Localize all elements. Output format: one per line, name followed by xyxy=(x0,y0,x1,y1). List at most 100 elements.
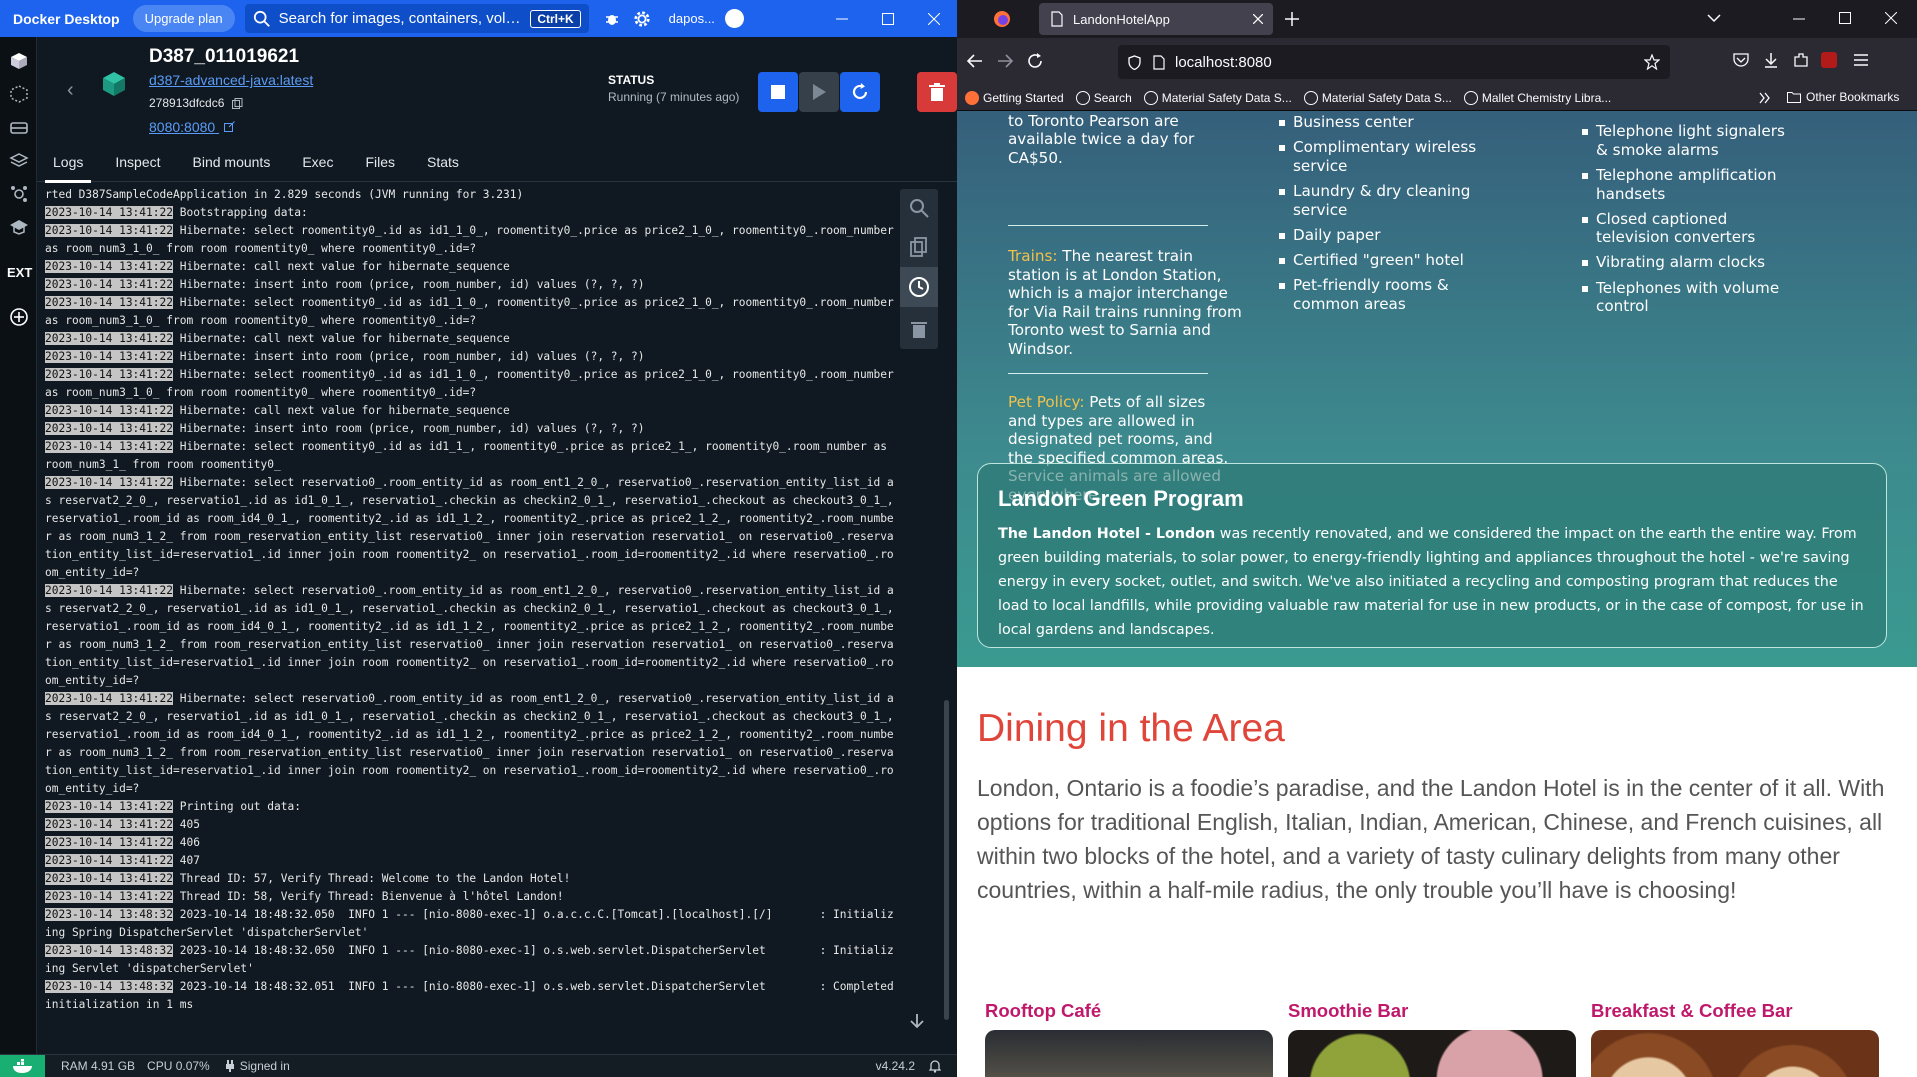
bookmark-list: Getting Started Search Material Safety Dat… xyxy=(965,90,1623,105)
delete-button[interactable] xyxy=(917,72,957,112)
forward-icon[interactable] xyxy=(997,54,1013,68)
new-tab-icon[interactable] xyxy=(1285,12,1299,26)
notifications-bell-icon[interactable] xyxy=(929,1059,941,1073)
tab-landonhotelapp[interactable]: LandonHotelApp xyxy=(1039,3,1273,35)
cpu-usage: CPU 0.07% xyxy=(147,1059,210,1073)
bug-icon[interactable] xyxy=(597,4,627,34)
learning-center-icon[interactable] xyxy=(9,217,29,237)
coffee-bar-image xyxy=(1591,1030,1879,1077)
restaurant-card-smoothie[interactable]: Smoothie Bar xyxy=(1288,1000,1576,1077)
maximize-icon[interactable] xyxy=(1839,12,1851,24)
url-bar[interactable]: localhost:8080 xyxy=(1118,45,1670,79)
upgrade-plan-button[interactable]: Upgrade plan xyxy=(132,5,235,32)
firefox-logo-icon xyxy=(965,90,979,105)
close-tab-icon[interactable] xyxy=(1253,14,1263,24)
containers-icon[interactable] xyxy=(9,51,29,71)
dining-paragraph: London, Ontario is a foodie’s paradise, … xyxy=(977,775,1885,903)
minimize-icon[interactable] xyxy=(1793,18,1805,20)
restart-button[interactable] xyxy=(840,72,880,112)
bookmark-item[interactable]: Search xyxy=(1075,90,1132,105)
log-timestamp: 2023-10-14 13:48:32 xyxy=(45,908,173,921)
container-port-link[interactable]: 8080:8080 xyxy=(149,119,235,135)
ublock-icon[interactable] xyxy=(1821,52,1837,68)
user-account-button[interactable]: dapos... xyxy=(669,4,744,33)
restart-icon xyxy=(852,83,868,100)
restaurant-card-rooftop[interactable]: Rooftop Café xyxy=(985,1000,1273,1077)
stop-icon xyxy=(771,85,785,99)
shield-icon[interactable] xyxy=(1128,54,1141,70)
log-scrollbar[interactable] xyxy=(944,700,949,1020)
builds-icon[interactable] xyxy=(9,151,29,171)
maximize-icon[interactable] xyxy=(865,0,911,37)
bookmark-star-icon[interactable] xyxy=(1644,54,1660,70)
log-timestamp: 2023-10-14 13:41:22 xyxy=(45,836,173,849)
volumes-icon[interactable] xyxy=(9,118,29,138)
settings-gear-icon[interactable] xyxy=(627,4,657,34)
pocket-icon[interactable] xyxy=(1733,53,1749,67)
minimize-icon[interactable] xyxy=(819,0,865,37)
extensions-icon[interactable] xyxy=(1793,52,1809,68)
services-column: 24-hour concierge serviceBusiness center… xyxy=(1279,111,1519,320)
green-program-bold: The Landon Hotel - London xyxy=(998,526,1216,542)
log-output[interactable]: rted D387SampleCodeApplication in 2.829 … xyxy=(45,186,900,1026)
search-logs-icon[interactable] xyxy=(908,197,930,219)
search-placeholder: Search for images, containers, volumes, … xyxy=(278,10,523,27)
tab-inspect[interactable]: Inspect xyxy=(99,142,176,182)
back-chevron-icon[interactable]: ‹ xyxy=(67,79,74,102)
timestamps-toggle[interactable] xyxy=(900,267,938,307)
log-line: 2023-10-14 13:41:22 406 xyxy=(45,834,900,852)
tab-bind-mounts[interactable]: Bind mounts xyxy=(177,142,287,182)
restaurant-card-breakfast[interactable]: Breakfast & Coffee Bar xyxy=(1591,1000,1879,1077)
page-info-icon[interactable] xyxy=(1153,54,1165,70)
bookmark-item[interactable]: Mallet Chemistry Libra... xyxy=(1463,90,1611,105)
close-window-icon[interactable] xyxy=(1885,12,1897,24)
bookmark-item[interactable]: Material Safety Data S... xyxy=(1143,90,1292,105)
restaurant-name[interactable]: Breakfast & Coffee Bar xyxy=(1591,1000,1879,1022)
bookmark-item[interactable]: Material Safety Data S... xyxy=(1303,90,1452,105)
log-message: rted D387SampleCodeApplication in 2.829 … xyxy=(45,188,524,201)
clear-logs-icon[interactable] xyxy=(908,318,930,340)
close-icon[interactable] xyxy=(911,0,957,37)
tab-logs[interactable]: Logs xyxy=(37,142,99,183)
log-timestamp: 2023-10-14 13:48:32 xyxy=(45,944,173,957)
divider xyxy=(1008,373,1208,374)
bookmarks-toolbar: Getting Started Search Material Safety Dat… xyxy=(957,85,1917,111)
downloads-icon[interactable] xyxy=(1763,52,1779,68)
status-value: Running (7 minutes ago) xyxy=(608,90,740,104)
menu-hamburger-icon[interactable] xyxy=(1854,54,1868,66)
whale-status-icon[interactable] xyxy=(0,1054,45,1077)
tab-stats[interactable]: Stats xyxy=(411,142,475,182)
tab-exec[interactable]: Exec xyxy=(286,142,349,182)
log-line: 2023-10-14 13:41:22 Hibernate: call next… xyxy=(45,402,900,420)
stop-button[interactable] xyxy=(758,72,798,112)
copy-logs-icon[interactable] xyxy=(908,236,930,258)
copy-icon[interactable] xyxy=(232,97,243,109)
extensions-label[interactable]: EXT xyxy=(7,265,32,280)
start-button[interactable] xyxy=(799,72,839,112)
add-extension-icon[interactable] xyxy=(9,307,29,327)
search-shortcut: Ctrl+K xyxy=(530,9,581,28)
log-line: 2023-10-14 13:41:22 Printing out data: xyxy=(45,798,900,816)
restaurant-name[interactable]: Rooftop Café xyxy=(985,1000,1273,1022)
url-text: localhost:8080 xyxy=(1175,53,1272,71)
accessibility-item: TDD machines xyxy=(1582,111,1797,116)
firefox-view-icon[interactable] xyxy=(993,10,1011,28)
bookmark-item[interactable]: Getting Started xyxy=(965,90,1064,105)
container-image-link[interactable]: d387-advanced-java:latest xyxy=(149,72,313,88)
container-tabs: Logs Inspect Bind mounts Exec Files Stats xyxy=(37,142,957,183)
scroll-to-bottom-icon[interactable] xyxy=(907,1011,927,1031)
log-timestamp: 2023-10-14 13:41:22 xyxy=(45,476,173,489)
tab-files[interactable]: Files xyxy=(349,142,411,182)
dev-environments-icon[interactable] xyxy=(9,184,29,204)
log-message: Hibernate: call next value for hibernate… xyxy=(172,404,510,417)
more-bookmarks-chevron-icon[interactable] xyxy=(1759,92,1771,104)
global-search[interactable]: Search for images, containers, volumes, … xyxy=(244,4,589,33)
log-line: 2023-10-14 13:41:22 Hibernate: call next… xyxy=(45,330,900,348)
back-icon[interactable] xyxy=(967,54,983,68)
list-tabs-chevron-icon[interactable] xyxy=(1707,14,1721,23)
other-bookmarks-button[interactable]: Other Bookmarks xyxy=(1787,90,1899,104)
images-icon[interactable] xyxy=(9,84,29,104)
restaurant-name[interactable]: Smoothie Bar xyxy=(1288,1000,1576,1022)
globe-icon xyxy=(1463,90,1478,105)
reload-icon[interactable] xyxy=(1027,53,1043,69)
